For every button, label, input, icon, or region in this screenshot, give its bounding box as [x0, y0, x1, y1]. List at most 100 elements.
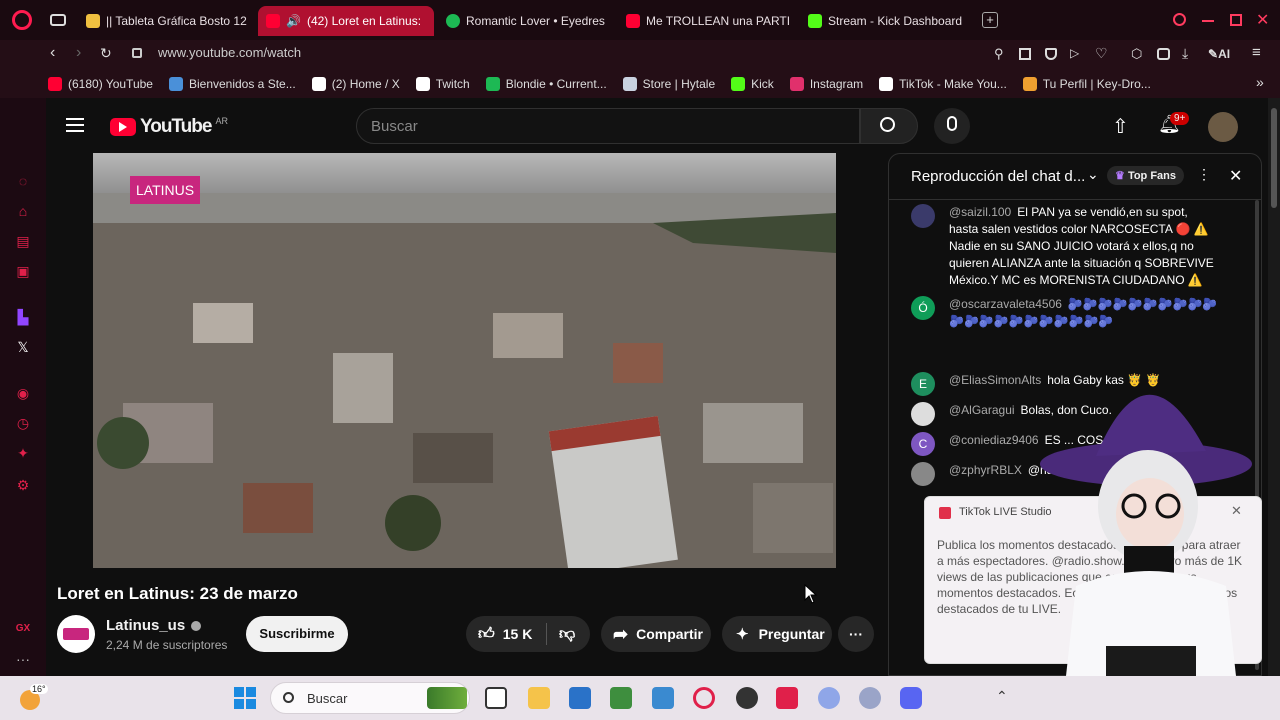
- tiktok-live-icon[interactable]: [776, 687, 798, 709]
- bookmarks-more-icon[interactable]: »: [1256, 74, 1264, 90]
- voice-search-button[interactable]: [934, 108, 970, 144]
- obs-icon[interactable]: [736, 687, 758, 709]
- video-player[interactable]: LATINUS: [93, 153, 836, 568]
- taskbar-search[interactable]: Buscar: [270, 682, 470, 714]
- microsoft-store-icon[interactable]: [569, 687, 591, 709]
- search-input[interactable]: Buscar: [371, 118, 418, 135]
- tray-expand-icon[interactable]: ⌃: [996, 688, 1008, 705]
- bookmark-item[interactable]: (6180) YouTube: [40, 77, 161, 91]
- weather-widget[interactable]: 16°: [18, 684, 48, 712]
- twitch-icon[interactable]: ▙: [14, 308, 32, 326]
- tab-kick-dashboard[interactable]: Stream - Kick Dashboard: [800, 6, 976, 36]
- speaker-icon[interactable]: 🔊: [286, 14, 301, 28]
- channel-name[interactable]: Latinus_us: [106, 617, 202, 634]
- aria-icon[interactable]: ◌: [14, 172, 32, 190]
- tab-tableta[interactable]: || Tableta Gráfica Bosto 12: [78, 6, 254, 36]
- chat-author-name[interactable]: @oscarzavaleta4506: [949, 297, 1062, 311]
- new-tab-button[interactable]: +: [982, 12, 998, 28]
- extensions-icon[interactable]: ⬡: [1131, 46, 1142, 62]
- subscribe-button[interactable]: Suscribirme: [246, 616, 348, 652]
- settings-icon[interactable]: ⚙: [14, 476, 32, 494]
- tab-overview-icon[interactable]: [50, 14, 66, 26]
- app-icon-blue[interactable]: [818, 687, 840, 709]
- chat-header-title[interactable]: Reproducción del chat d...: [911, 168, 1085, 185]
- app-icon-gray[interactable]: [859, 687, 881, 709]
- heart-icon[interactable]: ♡: [1095, 45, 1108, 62]
- menu-icon[interactable]: ≡: [1252, 44, 1261, 61]
- taskbar-search-input[interactable]: Buscar: [307, 691, 347, 706]
- chat-author-avatar[interactable]: [911, 402, 935, 426]
- player-circle-icon[interactable]: ◉: [14, 384, 32, 402]
- bookmark-item[interactable]: Instagram: [782, 77, 871, 91]
- snapshot-icon[interactable]: [1019, 48, 1031, 60]
- bookmark-item[interactable]: Kick: [723, 77, 782, 91]
- youtube-logo[interactable]: YouTube AR: [110, 116, 228, 138]
- wallet-icon[interactable]: [1157, 48, 1170, 60]
- tab-loret-latinus[interactable]: 🔊 (42) Loret en Latinus:: [258, 6, 434, 36]
- upload-icon[interactable]: ⇧: [1112, 114, 1129, 139]
- play-icon[interactable]: ▷: [1070, 46, 1079, 60]
- start-button[interactable]: [234, 687, 256, 709]
- search-tabs-icon[interactable]: [1173, 13, 1186, 26]
- extensions-sidebar-icon[interactable]: ✦: [14, 444, 32, 462]
- opera-logo-icon[interactable]: [12, 10, 32, 30]
- pin-icon[interactable]: ⚲: [994, 46, 1004, 62]
- chat-author-name[interactable]: @zphyrRBLX: [949, 463, 1022, 477]
- reload-icon[interactable]: ↻: [100, 45, 112, 62]
- chat-menu-icon[interactable]: ⋮: [1197, 166, 1211, 183]
- account-avatar[interactable]: [1208, 112, 1238, 142]
- bookmark-item[interactable]: (2) Home / X: [304, 77, 408, 91]
- chat-author-avatar[interactable]: [911, 462, 935, 486]
- shield-icon[interactable]: [1045, 48, 1057, 60]
- hamburger-menu-icon[interactable]: [66, 118, 84, 132]
- top-fans-button[interactable]: ♛ Top Fans: [1107, 166, 1185, 185]
- chat-author-name[interactable]: @AlGaragui: [949, 403, 1015, 417]
- chat-author-name[interactable]: @coniediaz9406: [949, 433, 1039, 447]
- search-button[interactable]: [860, 108, 918, 144]
- minimize-icon[interactable]: [1202, 20, 1214, 22]
- maximize-icon[interactable]: [1230, 14, 1242, 26]
- download-icon[interactable]: ⤓: [1182, 45, 1188, 62]
- bookmark-item[interactable]: TikTok - Make You...: [871, 77, 1015, 91]
- file-explorer-icon[interactable]: [528, 687, 550, 709]
- tab-trollean[interactable]: Me TROLLEAN una PARTI: [618, 6, 794, 36]
- tab-romantic-lover[interactable]: Romantic Lover • Eyedres: [438, 6, 614, 36]
- more-icon[interactable]: ···: [14, 650, 32, 668]
- chat-author-avatar[interactable]: E: [911, 372, 935, 396]
- x-icon[interactable]: 𝕏: [14, 338, 32, 356]
- search-box[interactable]: Buscar: [356, 108, 860, 144]
- channel-avatar[interactable]: [57, 615, 95, 653]
- back-icon[interactable]: ‹: [50, 44, 55, 62]
- chat-author-avatar[interactable]: [911, 204, 935, 228]
- bookmark-item[interactable]: Bienvenidos a Ste...: [161, 77, 304, 91]
- crypto-wallet-icon[interactable]: ⌂: [14, 202, 32, 220]
- ask-button[interactable]: ✦ Preguntar: [722, 616, 832, 652]
- task-view-icon[interactable]: [485, 687, 507, 709]
- url-field[interactable]: www.youtube.com/watch: [158, 45, 301, 60]
- bookmark-item[interactable]: Blondie • Current...: [478, 77, 615, 91]
- page-scrollbar[interactable]: [1268, 98, 1280, 676]
- chat-close-icon[interactable]: ✕: [1229, 166, 1242, 186]
- chat-author-name[interactable]: @EliasSimonAlts: [949, 373, 1041, 387]
- bookmark-item[interactable]: Store | Hytale: [615, 77, 723, 91]
- chat-author-avatar[interactable]: C: [911, 432, 935, 456]
- like-button[interactable]: 👍︎ 15 K: [466, 625, 546, 644]
- bookmark-item[interactable]: Tu Perfil | Key-Dro...: [1015, 77, 1159, 91]
- discord-icon[interactable]: [900, 687, 922, 709]
- player-icon[interactable]: ▤: [14, 232, 32, 250]
- minecraft-icon[interactable]: [610, 687, 632, 709]
- bookmark-item[interactable]: Twitch: [408, 77, 478, 91]
- messenger-icon[interactable]: ▣: [14, 262, 32, 280]
- chat-author-name[interactable]: @saizil.100: [949, 205, 1011, 219]
- photos-icon[interactable]: [652, 687, 674, 709]
- share-button[interactable]: ➦ Compartir: [601, 616, 711, 652]
- chat-author-avatar[interactable]: Ó: [911, 296, 935, 320]
- close-window-icon[interactable]: ✕: [1256, 10, 1269, 30]
- aria-ai-button[interactable]: ✎AI: [1208, 47, 1230, 61]
- chevron-down-icon[interactable]: ⌄: [1087, 166, 1099, 183]
- dislike-button[interactable]: 👎︎: [547, 625, 575, 644]
- more-actions-button[interactable]: ···: [838, 616, 874, 652]
- forward-icon[interactable]: ›: [76, 44, 81, 62]
- history-icon[interactable]: ◷: [14, 414, 32, 432]
- opera-gx-taskbar-icon[interactable]: [693, 687, 715, 709]
